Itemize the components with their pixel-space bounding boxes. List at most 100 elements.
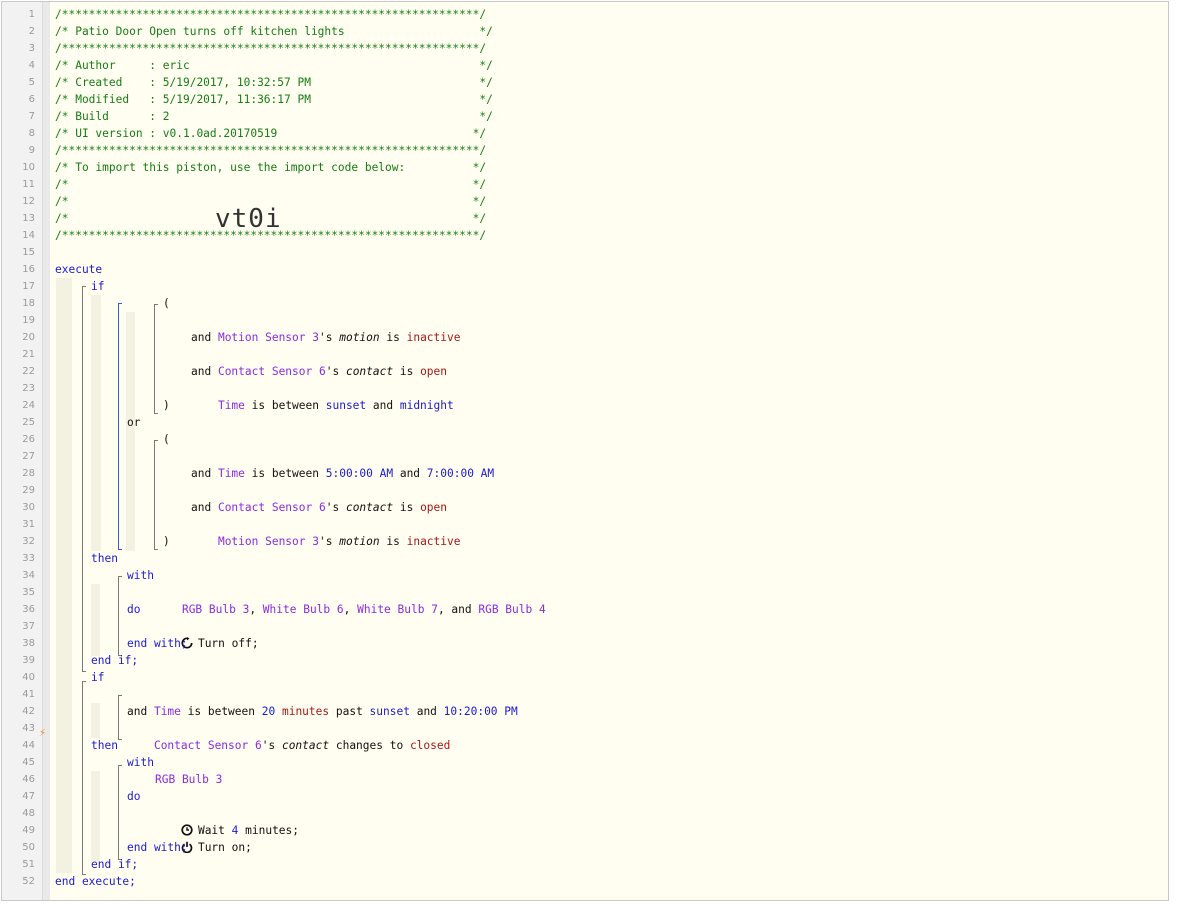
line-number: 26 — [22, 434, 35, 445]
line-number: 41 — [22, 689, 35, 700]
open-paren[interactable]: ( — [163, 295, 170, 312]
line-number: 3 — [28, 43, 35, 54]
do-keyword[interactable]: do — [127, 788, 140, 805]
end-if-keyword[interactable]: end if; — [91, 652, 138, 669]
line-number: 52 — [22, 876, 35, 887]
condition-line[interactable]: Motion Sensor 3's motion is inactive — [191, 516, 461, 548]
action-turn-on[interactable]: Turn on; — [154, 822, 252, 854]
line-number: 46 — [22, 774, 35, 785]
line-number: 38 — [22, 638, 35, 649]
line-number: 43 — [22, 723, 35, 734]
condition-line[interactable]: Time is between 20 minutes past sunset a… — [127, 686, 518, 718]
condition-line[interactable]: Contact Sensor 6's contact is open — [191, 346, 447, 378]
and-operator[interactable]: and — [191, 363, 211, 380]
end-with-keyword[interactable]: end with; — [127, 635, 188, 652]
device-motion-sensor-3[interactable]: Motion Sensor 3 — [218, 535, 319, 548]
if2-condition-bracket — [118, 695, 122, 740]
execute-keyword[interactable]: execute — [55, 261, 102, 278]
line-number: 21 — [22, 349, 35, 360]
fold-strip — [43, 2, 50, 900]
trigger-condition-line[interactable]: Contact Sensor 6's contact changes to cl… — [127, 720, 450, 752]
line-number: 12 — [22, 196, 35, 207]
line-number: 10 — [22, 162, 35, 173]
line-number: 20 — [22, 332, 35, 343]
lightning-bolt-icon: ⚡ — [39, 728, 47, 739]
then2-block-band — [91, 771, 100, 861]
if-keyword[interactable]: if — [91, 278, 104, 295]
condition-line[interactable]: Motion Sensor 3's motion is inactive — [191, 312, 461, 344]
device-contact-sensor-6[interactable]: Contact Sensor 6 — [218, 365, 326, 378]
if2-block-band — [91, 703, 100, 738]
device-motion-sensor-3[interactable]: Motion Sensor 3 — [218, 331, 319, 344]
close-paren[interactable]: ) — [163, 533, 170, 550]
condition-line[interactable]: Time is between sunset and midnight — [191, 380, 454, 412]
if2-bracket — [82, 681, 86, 875]
close-paren[interactable]: ) — [163, 397, 170, 414]
and-operator[interactable]: and — [191, 465, 211, 482]
line-number: 13 — [22, 213, 35, 224]
open-paren[interactable]: ( — [163, 431, 170, 448]
header-build: /* Build : 2 */ — [55, 110, 493, 123]
device-contact-sensor-6[interactable]: Contact Sensor 6 — [154, 739, 262, 752]
line-number: 19 — [22, 315, 35, 326]
device-list[interactable]: RGB Bulb 3, White Bulb 6, White Bulb 7, … — [155, 584, 546, 616]
line-number: 9 — [28, 145, 35, 156]
or-bracket — [118, 303, 122, 550]
if-keyword[interactable]: if — [91, 669, 104, 686]
line-number: 2 — [28, 26, 35, 37]
then-keyword[interactable]: then — [91, 550, 118, 567]
line-number: 48 — [22, 808, 35, 819]
device-contact-sensor-6[interactable]: Contact Sensor 6 — [218, 501, 326, 514]
line-number: 14 — [22, 230, 35, 241]
and-operator[interactable]: and — [127, 703, 147, 720]
condition-line[interactable]: Contact Sensor 6's contact is open — [191, 482, 447, 514]
line-number: 25 — [22, 417, 35, 428]
line-number: 18 — [22, 298, 35, 309]
group1-bracket — [154, 304, 158, 414]
end-with-keyword[interactable]: end with; — [127, 839, 188, 856]
or-operator[interactable]: or — [127, 414, 140, 431]
end-if-keyword[interactable]: end if; — [91, 856, 138, 873]
line-number: 17 — [22, 281, 35, 292]
line-number: 47 — [22, 791, 35, 802]
condition-line[interactable]: Time is between 5:00:00 AM and 7:00:00 A… — [191, 448, 494, 480]
then-keyword[interactable]: then — [91, 737, 118, 754]
line-number: 37 — [22, 621, 35, 632]
header-stars: /***************************************… — [55, 229, 487, 242]
execute-block-band — [56, 278, 72, 873]
if-bracket — [82, 286, 86, 672]
line-number: 15 — [22, 247, 35, 258]
header-empty: /* */ — [55, 178, 487, 191]
action-turn-off[interactable]: Turn off; — [154, 618, 259, 650]
with-bracket — [118, 576, 122, 656]
line-number: 16 — [22, 264, 35, 275]
line-number-gutter: 1 2 3 4 5 6 7 8 9 10 11 12 13 14 15 16 1… — [2, 2, 43, 900]
device-rgb-bulb-3[interactable]: RGB Bulb 3 — [155, 771, 222, 788]
with-keyword[interactable]: with — [127, 567, 154, 584]
line-number: 40 — [22, 672, 35, 683]
line-number: 23 — [22, 383, 35, 394]
then-block-band — [91, 584, 100, 656]
line-number: 29 — [22, 485, 35, 496]
end-execute-keyword[interactable]: end execute; — [55, 873, 136, 890]
line-number: 51 — [22, 859, 35, 870]
line-number: 7 — [28, 111, 35, 122]
with-keyword[interactable]: with — [127, 754, 154, 771]
and-operator[interactable]: and — [191, 329, 211, 346]
and-operator[interactable]: and — [191, 499, 211, 516]
line-number: 33 — [22, 553, 35, 564]
line-number: 5 — [28, 77, 35, 88]
header-ui-version: /* UI version : v0.1.0ad.20170519 */ — [55, 127, 487, 140]
action-wait[interactable]: Wait 4 minutes; — [154, 805, 299, 837]
line-number: 39 — [22, 655, 35, 666]
line-number: 31 — [22, 519, 35, 530]
header-stars: /***************************************… — [55, 42, 487, 55]
line-number: 50 — [22, 842, 35, 853]
line-number: 4 — [28, 60, 35, 71]
line-number: 30 — [22, 502, 35, 513]
piston-code-editor: 1 2 3 4 5 6 7 8 9 10 11 12 13 14 15 16 1… — [1, 1, 1169, 901]
line-number: 49 — [22, 825, 35, 836]
do-keyword[interactable]: do — [127, 601, 140, 618]
header-author: /* Author : eric */ — [55, 59, 493, 72]
line-number: 44 — [22, 740, 35, 751]
